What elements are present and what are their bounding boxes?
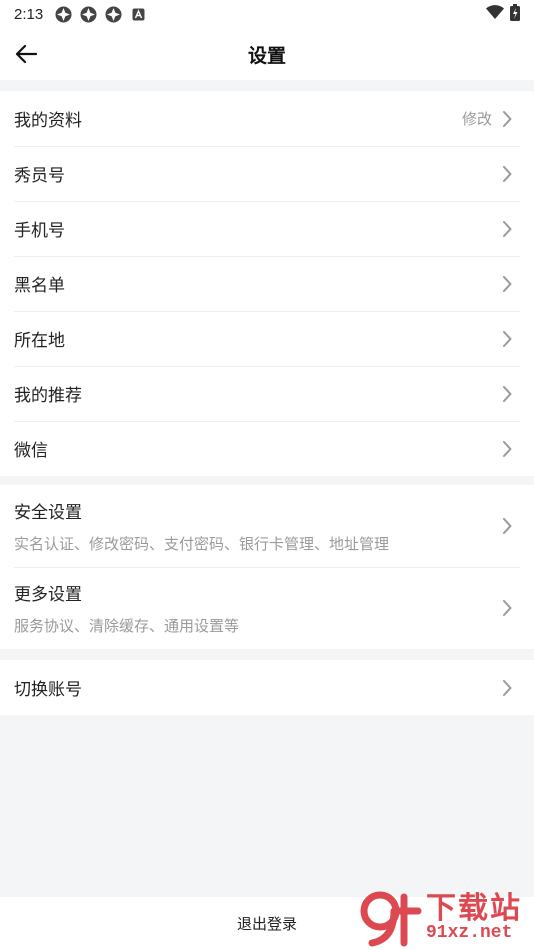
settings-item-switch-account[interactable]: 切换账号 — [0, 660, 534, 715]
settings-item-description: 服务协议、清除缓存、通用设置等 — [14, 617, 240, 635]
chevron-right-icon — [498, 110, 516, 128]
watermark-title: 下载站 — [426, 891, 522, 926]
settings-item-label: 秀员号 — [14, 166, 65, 186]
settings-item-label: 微信 — [14, 441, 48, 461]
chevron-right-icon — [498, 517, 516, 535]
settings-item-label: 黑名单 — [14, 276, 65, 296]
settings-item-phone[interactable]: 手机号 — [0, 201, 534, 256]
advanced-settings-group: 安全设置 实名认证、修改密码、支付密码、银行卡管理、地址管理 更多设置 服务协议… — [0, 485, 534, 649]
back-button[interactable] — [12, 40, 40, 68]
page-title: 设置 — [247, 44, 286, 67]
settings-item-more[interactable]: 更多设置 服务协议、清除缓存、通用设置等 — [0, 567, 534, 649]
nav-bar: 设置 — [0, 28, 534, 80]
settings-item-label: 我的推荐 — [14, 386, 82, 406]
logout-label: 退出登录 — [236, 915, 297, 933]
status-bar: 2:13 — [0, 0, 534, 28]
settings-item-my-profile[interactable]: 我的资料 修改 — [0, 91, 534, 146]
settings-item-label: 手机号 — [14, 221, 65, 241]
chevron-right-icon — [498, 165, 516, 183]
settings-item-wechat[interactable]: 微信 — [0, 421, 534, 476]
chevron-right-icon — [498, 330, 516, 348]
settings-item-location[interactable]: 所在地 — [0, 311, 534, 366]
settings-item-value: 修改 — [461, 110, 492, 128]
chevron-right-icon — [498, 275, 516, 293]
app-notification-icon — [105, 6, 122, 23]
chevron-right-icon — [498, 679, 516, 697]
accessibility-icon — [130, 6, 147, 23]
site-watermark: 下载站 91xz.net — [360, 888, 530, 948]
watermark-logo-icon — [360, 891, 422, 947]
chevron-right-icon — [498, 599, 516, 617]
account-group: 切换账号 — [0, 660, 534, 715]
app-notification-icon — [80, 6, 97, 23]
chevron-right-icon — [498, 440, 516, 458]
wifi-icon — [486, 5, 504, 23]
settings-item-label: 我的资料 — [14, 111, 82, 131]
profile-settings-group: 我的资料 修改 秀员号 手机号 黑名单 所在地 我的推荐 微信 — [0, 91, 534, 476]
settings-item-blacklist[interactable]: 黑名单 — [0, 256, 534, 311]
chevron-right-icon — [498, 385, 516, 403]
settings-item-security[interactable]: 安全设置 实名认证、修改密码、支付密码、银行卡管理、地址管理 — [0, 485, 534, 567]
arrow-left-icon — [15, 44, 37, 64]
watermark-url: 91xz.net — [426, 923, 513, 943]
settings-item-label: 更多设置 — [14, 585, 82, 605]
settings-item-label: 安全设置 — [14, 503, 82, 523]
settings-item-member-id[interactable]: 秀员号 — [0, 146, 534, 201]
settings-item-my-referral[interactable]: 我的推荐 — [0, 366, 534, 421]
app-notification-icon — [55, 6, 72, 23]
settings-item-label: 所在地 — [14, 331, 65, 351]
battery-icon — [510, 3, 520, 25]
status-time: 2:13 — [14, 5, 44, 23]
settings-item-label: 切换账号 — [14, 680, 82, 700]
settings-item-description: 实名认证、修改密码、支付密码、银行卡管理、地址管理 — [14, 535, 390, 553]
chevron-right-icon — [498, 220, 516, 238]
